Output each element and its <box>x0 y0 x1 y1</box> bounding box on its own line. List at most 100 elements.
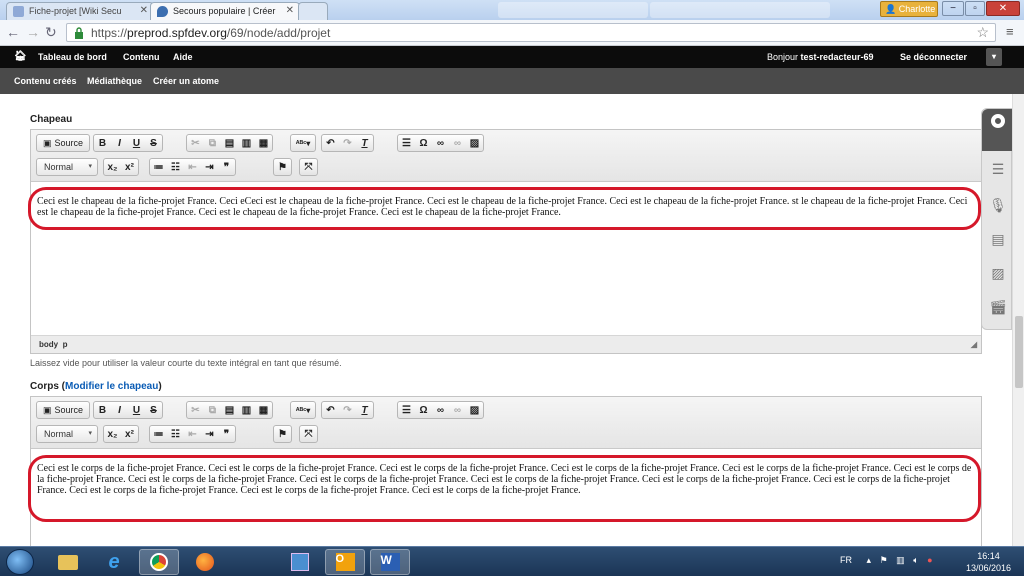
subscript-icon[interactable]: x₂ <box>104 426 121 442</box>
bold-button[interactable]: B <box>94 135 111 151</box>
undo-icon[interactable]: ↶ <box>322 135 339 151</box>
clapperboard-icon[interactable]: 🎬︎ <box>988 299 1008 319</box>
close-tab-icon[interactable]: ✕ <box>286 5 294 16</box>
strike-button[interactable]: S <box>145 402 162 418</box>
toolbar-help-link[interactable]: Aide <box>173 52 193 62</box>
shortcut-created-content[interactable]: Contenu créés <box>14 76 77 86</box>
username[interactable]: test-redacteur-69 <box>801 52 874 62</box>
shortcut-media-library[interactable]: Médiathèque <box>87 76 142 86</box>
forward-arrow-icon[interactable]: → <box>26 24 40 40</box>
path-p[interactable]: p <box>63 340 68 349</box>
spellcheck-icon[interactable]: ᴬᴮᶜ▾ <box>291 135 315 151</box>
scrollbar-thumb[interactable] <box>1015 316 1023 388</box>
superscript-icon[interactable]: x² <box>121 159 138 175</box>
flag-icon[interactable]: ⚑ <box>880 555 888 565</box>
reload-icon[interactable]: ↻ <box>45 24 57 41</box>
explorer-icon[interactable] <box>48 549 88 575</box>
tab-fiche-projet[interactable]: Fiche-projet [Wiki Secu ✕ <box>6 2 154 20</box>
outdent-icon[interactable]: ⇤ <box>184 426 201 442</box>
strike-button[interactable]: S <box>145 135 162 151</box>
toolbar-dashboard-link[interactable]: Tableau de bord <box>38 52 107 62</box>
maximize-icon[interactable]: ⤧ <box>300 159 317 175</box>
anchor-flag-icon[interactable]: ⚑ <box>274 159 291 175</box>
url-input[interactable]: https://preprod.spfdev.org/69/node/add/p… <box>66 23 996 42</box>
paste-word-icon[interactable]: ▦ <box>255 402 272 418</box>
start-button[interactable] <box>6 549 34 575</box>
bold-button[interactable]: B <box>94 402 111 418</box>
cut-icon[interactable]: ✂ <box>187 135 204 151</box>
home-icon[interactable]: 🏠︎ <box>14 51 27 62</box>
maximize-button[interactable]: ▫ <box>965 1 985 16</box>
paste-icon[interactable]: ▤ <box>221 402 238 418</box>
superscript-icon[interactable]: x² <box>121 426 138 442</box>
browser-menu-icon[interactable]: ≡ <box>1006 24 1014 39</box>
bulleted-list-icon[interactable]: ☷ <box>167 159 184 175</box>
anchor-flag-icon[interactable]: ⚑ <box>274 426 291 442</box>
clock[interactable]: 16:14 13/06/2016 <box>966 550 1011 574</box>
resize-handle-icon[interactable]: ◢ <box>971 340 977 349</box>
horizontal-rule-icon[interactable]: ☰ <box>398 135 415 151</box>
bookmark-star-icon[interactable]: ☆ <box>976 24 989 41</box>
back-arrow-icon[interactable]: ← <box>6 24 20 40</box>
paste-text-icon[interactable]: ▥ <box>238 135 255 151</box>
link-icon[interactable]: ∞ <box>432 135 449 151</box>
security-icon[interactable]: ● <box>927 555 932 565</box>
picture-icon[interactable]: ▨ <box>988 265 1008 285</box>
network-icon[interactable]: ▥ <box>896 555 905 565</box>
document-icon[interactable]: ▤ <box>988 231 1008 251</box>
outlook-icon[interactable]: O <box>325 549 365 575</box>
list-icon[interactable]: ☰ <box>988 161 1008 181</box>
minimize-button[interactable]: − <box>942 1 964 16</box>
image-icon[interactable]: ▨ <box>466 402 483 418</box>
special-char-icon[interactable]: Ω <box>415 135 432 151</box>
copy-icon[interactable]: ⧉ <box>204 135 221 151</box>
format-select[interactable]: Normal ▾ <box>36 425 98 443</box>
paste-icon[interactable]: ▤ <box>221 135 238 151</box>
italic-button[interactable]: I <box>111 402 128 418</box>
redo-icon[interactable]: ↷ <box>339 135 356 151</box>
numbered-list-icon[interactable]: ≔ <box>150 159 167 175</box>
language-indicator[interactable]: FR <box>840 555 852 565</box>
browser-profile-button[interactable]: 👤 Charlotte <box>880 1 938 17</box>
numbered-list-icon[interactable]: ≔ <box>150 426 167 442</box>
close-window-button[interactable]: ✕ <box>986 1 1020 16</box>
path-body[interactable]: body <box>39 340 58 349</box>
image-icon[interactable]: ▨ <box>466 135 483 151</box>
source-button[interactable]: ▣ Source <box>37 402 89 418</box>
special-char-icon[interactable]: Ω <box>415 402 432 418</box>
remove-format-icon[interactable]: T <box>356 135 373 151</box>
new-tab-button[interactable] <box>298 2 328 20</box>
cut-icon[interactable]: ✂ <box>187 402 204 418</box>
logout-link[interactable]: Se déconnecter <box>900 52 967 62</box>
toolbar-content-link[interactable]: Contenu <box>123 52 160 62</box>
outdent-icon[interactable]: ⇤ <box>184 159 201 175</box>
copy-icon[interactable]: ⧉ <box>204 402 221 418</box>
blockquote-icon[interactable]: ❞ <box>218 426 235 442</box>
volume-icon[interactable]: 🔈︎ <box>913 555 918 565</box>
bulleted-list-icon[interactable]: ☷ <box>167 426 184 442</box>
app-icon[interactable] <box>280 549 320 575</box>
word-icon[interactable]: W <box>370 549 410 575</box>
indent-icon[interactable]: ⇥ <box>201 159 218 175</box>
source-button[interactable]: ▣ Source <box>37 135 89 151</box>
chrome-icon[interactable] <box>139 549 179 575</box>
format-select[interactable]: Normal ▾ <box>36 158 98 176</box>
microphone-icon[interactable]: 🎙︎ <box>988 197 1008 217</box>
underline-button[interactable]: U <box>128 402 145 418</box>
edit-chapeau-link[interactable]: Modifier le chapeau <box>65 381 158 392</box>
unlink-icon[interactable]: ∞ <box>449 135 466 151</box>
indent-icon[interactable]: ⇥ <box>201 426 218 442</box>
subscript-icon[interactable]: x₂ <box>104 159 121 175</box>
blockquote-icon[interactable]: ❞ <box>218 159 235 175</box>
maximize-icon[interactable]: ⤧ <box>300 426 317 442</box>
tab-secours-populaire[interactable]: Secours populaire | Créer ✕ <box>150 2 300 20</box>
remove-format-icon[interactable]: T <box>356 402 373 418</box>
toolbar-drawer-toggle[interactable]: ▾ <box>986 48 1002 66</box>
firefox-icon[interactable] <box>185 549 225 575</box>
undo-icon[interactable]: ↶ <box>322 402 339 418</box>
spellcheck-icon[interactable]: ᴬᴮᶜ▾ <box>291 402 315 418</box>
horizontal-rule-icon[interactable]: ☰ <box>398 402 415 418</box>
tray-expand-icon[interactable]: ▴ <box>867 555 872 565</box>
unlink-icon[interactable]: ∞ <box>449 402 466 418</box>
internet-explorer-icon[interactable]: e <box>94 549 134 575</box>
